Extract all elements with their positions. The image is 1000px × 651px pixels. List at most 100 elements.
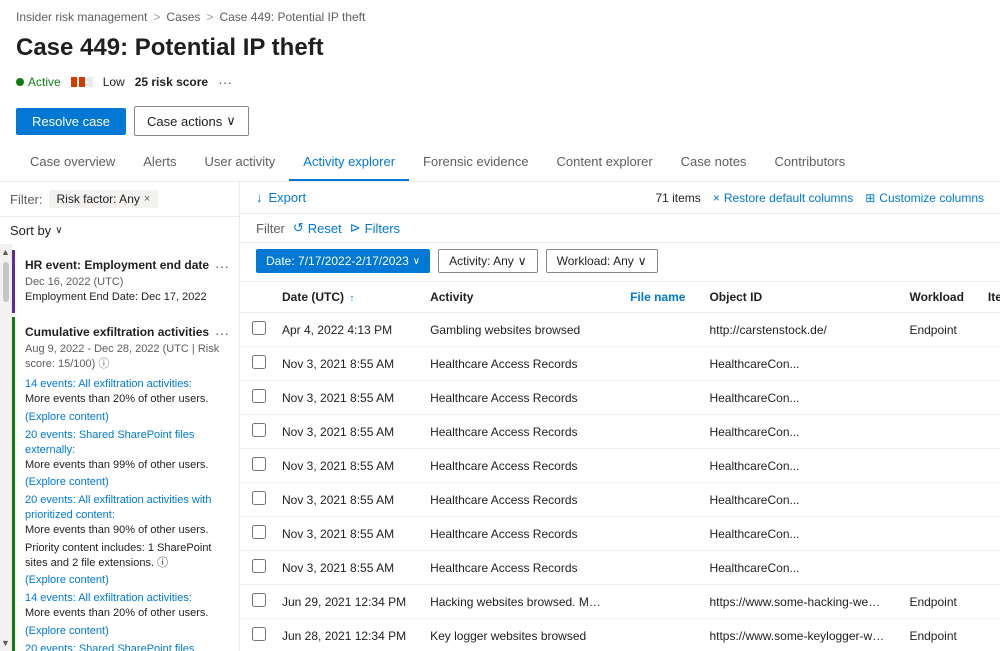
event-cumulative-details: 14 events: All exfiltration activities: … [25, 375, 229, 651]
cell-objectid: https://www.some-keylogger-web... [697, 619, 897, 651]
restore-columns-button[interactable]: × Restore default columns [713, 191, 853, 205]
cell-itemtype [976, 483, 1000, 517]
tab-activity-explorer[interactable]: Activity explorer [289, 144, 409, 181]
row-checkbox[interactable] [252, 355, 266, 369]
export-icon: ↓ [256, 190, 263, 205]
row-checkbox[interactable] [252, 491, 266, 505]
col-itemtype[interactable]: Item type [976, 282, 1000, 313]
right-toolbar: ↓ Export 71 items × Restore default colu… [240, 182, 1000, 214]
cell-objectid: https://www.some-hacking-websi... [697, 585, 897, 619]
reset-button[interactable]: ↺ Reset [293, 220, 342, 236]
text-20pct-1: More events than 20% of other users. [25, 392, 229, 407]
row-checkbox[interactable] [252, 559, 266, 573]
row-checkbox[interactable] [252, 321, 266, 335]
text-99pct-1: More events than 99% of other users. [25, 458, 229, 473]
table-row[interactable]: Apr 4, 2022 4:13 PM Gambling websites br… [240, 313, 1000, 347]
header-checkbox-cell [240, 282, 270, 313]
cell-filename [618, 449, 697, 483]
tab-forensic[interactable]: Forensic evidence [409, 144, 543, 181]
active-dot [16, 78, 24, 86]
col-activity[interactable]: Activity [418, 282, 618, 313]
row-checkbox[interactable] [252, 457, 266, 471]
link-14-events-1[interactable]: 14 events: All exfiltration activities: [25, 378, 192, 390]
cell-itemtype [976, 381, 1000, 415]
cell-workload [897, 483, 975, 517]
breadcrumb-item-2[interactable]: Cases [166, 10, 200, 24]
date-filter-chip[interactable]: Date: 7/17/2022-2/17/2023 ∨ [256, 249, 430, 273]
cell-objectid: HealthcareCon... [697, 347, 897, 381]
filter-chip[interactable]: Risk factor: Any × [49, 190, 159, 208]
tab-user-activity[interactable]: User activity [191, 144, 290, 181]
events-list: HR event: Employment end date ··· Dec 16… [12, 244, 239, 651]
risk-bars [71, 77, 93, 87]
link-explore-2[interactable]: (Explore content) [25, 476, 109, 488]
col-workload[interactable]: Workload [897, 282, 975, 313]
table-row[interactable]: Jun 29, 2021 12:34 PM Hacking websites b… [240, 585, 1000, 619]
customize-columns-button[interactable]: ⊞ Customize columns [865, 191, 984, 205]
link-explore-1[interactable]: (Explore content) [25, 411, 109, 423]
left-panel: Filter: Risk factor: Any × Sort by ∨ ▲ ▼ [0, 182, 240, 651]
items-count: 71 items [655, 191, 700, 205]
table-row[interactable]: Jun 28, 2021 12:34 PM Key logger website… [240, 619, 1000, 651]
event-cumulative-menu[interactable]: ··· [211, 325, 229, 341]
filter-chip-label: Risk factor: Any [57, 192, 140, 206]
cell-date: Nov 3, 2021 8:55 AM [270, 483, 418, 517]
cell-activity: Key logger websites browsed [418, 619, 618, 651]
link-explore-4[interactable]: (Explore content) [25, 625, 109, 637]
tab-contributors[interactable]: Contributors [760, 144, 859, 181]
cell-workload [897, 449, 975, 483]
scroll-thumb[interactable] [3, 262, 9, 302]
filter-chip-close[interactable]: × [144, 193, 150, 205]
tab-alerts[interactable]: Alerts [129, 144, 190, 181]
cell-activity: Healthcare Access Records [418, 415, 618, 449]
event-hr-title: HR event: Employment end date [25, 258, 211, 272]
link-20-events-priority[interactable]: 20 events: All exfiltration activities w… [25, 494, 211, 521]
cell-activity: Hacking websites browsed. Malware w... [418, 585, 618, 619]
breadcrumb-item-3[interactable]: Case 449: Potential IP theft [219, 10, 365, 24]
row-checkbox[interactable] [252, 389, 266, 403]
breadcrumb-sep-2: > [206, 10, 213, 24]
row-checkbox[interactable] [252, 423, 266, 437]
table-row[interactable]: Nov 3, 2021 8:55 AM Healthcare Access Re… [240, 483, 1000, 517]
workload-filter-chip[interactable]: Workload: Any ∨ [546, 249, 658, 273]
table-row[interactable]: Nov 3, 2021 8:55 AM Healthcare Access Re… [240, 517, 1000, 551]
breadcrumb-item-1[interactable]: Insider risk management [16, 10, 147, 24]
table-row[interactable]: Nov 3, 2021 8:55 AM Healthcare Access Re… [240, 347, 1000, 381]
table-row[interactable]: Nov 3, 2021 8:55 AM Healthcare Access Re… [240, 551, 1000, 585]
row-checkbox[interactable] [252, 627, 266, 641]
case-actions-button[interactable]: Case actions ∨ [134, 106, 249, 136]
tab-case-overview[interactable]: Case overview [16, 144, 129, 181]
activity-table-container: Date (UTC) ↑ Activity File name Object I… [240, 282, 1000, 651]
cell-activity: Healthcare Access Records [418, 483, 618, 517]
breadcrumb: Insider risk management > Cases > Case 4… [0, 0, 1000, 30]
row-checkbox[interactable] [252, 525, 266, 539]
event-cumulative-title: Cumulative exfiltration activities [25, 325, 211, 339]
filters-button[interactable]: ⊳ Filters [350, 220, 400, 236]
col-filename[interactable]: File name [618, 282, 697, 313]
link-explore-3[interactable]: (Explore content) [25, 574, 109, 586]
col-objectid[interactable]: Object ID [697, 282, 897, 313]
tab-case-notes[interactable]: Case notes [667, 144, 761, 181]
row-checkbox[interactable] [252, 593, 266, 607]
table-row[interactable]: Nov 3, 2021 8:55 AM Healthcare Access Re… [240, 415, 1000, 449]
cell-objectid: HealthcareCon... [697, 415, 897, 449]
sort-bar[interactable]: Sort by ∨ [0, 217, 239, 244]
more-menu-icon[interactable]: ··· [218, 74, 232, 90]
link-14-events-2[interactable]: 14 events: All exfiltration activities: [25, 592, 192, 604]
table-header-row: Date (UTC) ↑ Activity File name Object I… [240, 282, 1000, 313]
reset-label: Reset [308, 221, 342, 236]
event-hr-date: Dec 16, 2022 (UTC) [25, 276, 229, 288]
activity-filter-chip[interactable]: Activity: Any ∨ [438, 249, 537, 273]
link-20-events-2[interactable]: 20 events: Shared SharePoint files exter… [25, 643, 194, 651]
event-hr-menu[interactable]: ··· [211, 258, 229, 274]
table-row[interactable]: Nov 3, 2021 8:55 AM Healthcare Access Re… [240, 449, 1000, 483]
link-20-events-1[interactable]: 20 events: Shared SharePoint files exter… [25, 429, 194, 456]
risk-score: 25 risk score [135, 75, 208, 89]
tab-content-explorer[interactable]: Content explorer [543, 144, 667, 181]
page-title: Case 449: Potential IP theft [0, 30, 1000, 70]
resolve-case-button[interactable]: Resolve case [16, 108, 126, 135]
export-button[interactable]: ↓ Export [256, 190, 306, 205]
cell-workload [897, 517, 975, 551]
col-date[interactable]: Date (UTC) ↑ [270, 282, 418, 313]
table-row[interactable]: Nov 3, 2021 8:55 AM Healthcare Access Re… [240, 381, 1000, 415]
